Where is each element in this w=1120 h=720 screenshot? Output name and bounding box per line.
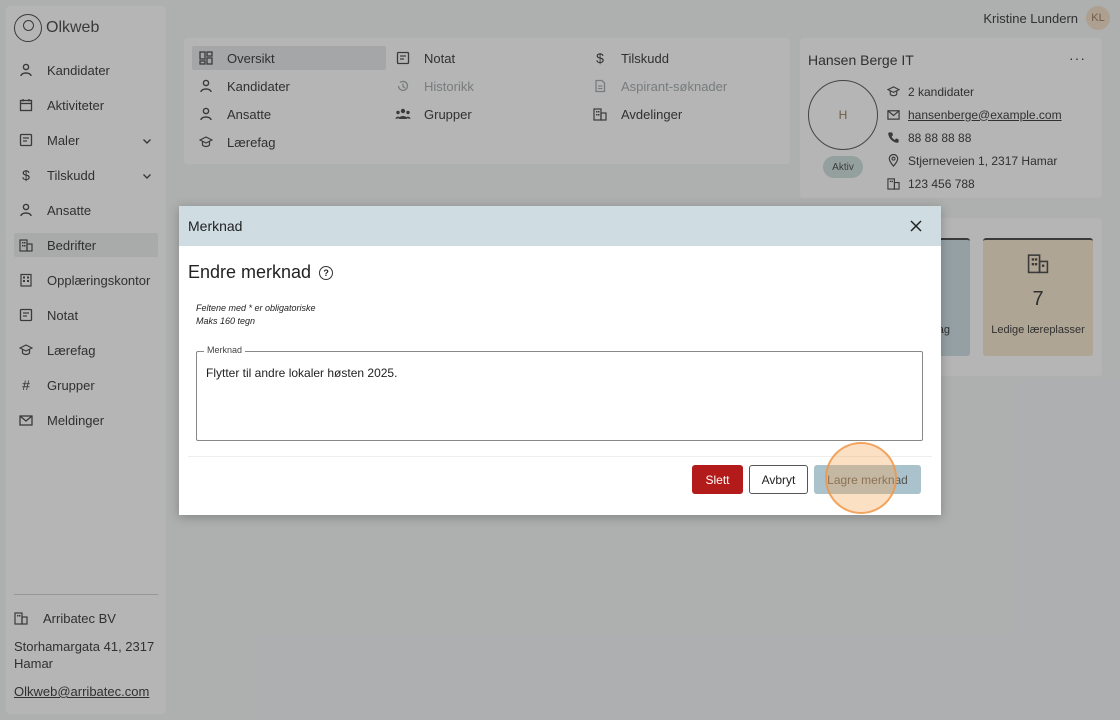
click-indicator (825, 442, 897, 514)
edit-note-dialog: Merknad Endre merknad ? Feltene med * er… (179, 206, 941, 515)
required-hint: Feltene med * er obligatoriske (196, 303, 316, 313)
note-field-value: Flytter til andre lokaler høsten 2025. (206, 366, 398, 380)
dialog-header: Merknad (179, 206, 941, 246)
delete-button[interactable]: Slett (692, 465, 743, 494)
close-icon[interactable] (907, 217, 925, 235)
dialog-header-title: Merknad (188, 218, 243, 234)
note-field-label: Merknad (204, 345, 246, 355)
cancel-button[interactable]: Avbryt (749, 465, 808, 494)
note-textarea[interactable]: Merknad Flytter til andre lokaler høsten… (196, 345, 923, 441)
dialog-title: Endre merknad ? (188, 262, 334, 283)
form-hint: Feltene med * er obligatoriske Maks 160 … (196, 302, 316, 328)
max-length-hint: Maks 160 tegn (196, 316, 256, 326)
help-icon[interactable]: ? (319, 265, 334, 280)
dialog-divider (188, 456, 932, 457)
dialog-title-text: Endre merknad (188, 262, 312, 282)
